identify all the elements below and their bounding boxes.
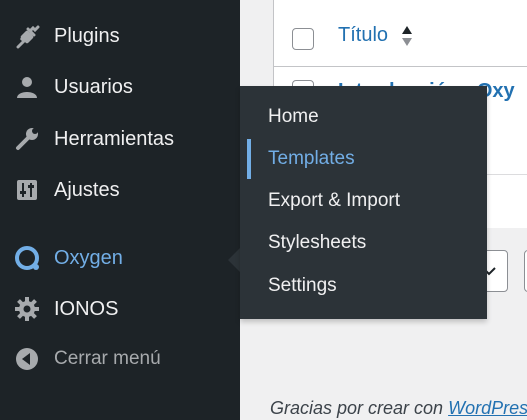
sidebar-item-ionos[interactable]: IONOS (0, 287, 240, 331)
submenu-item-label: Home (268, 106, 319, 127)
submenu-item-label: Export & Import (268, 190, 400, 211)
submenu-item-label: Stylesheets (268, 232, 367, 253)
admin-sidebar: Plugins Usuarios Herramientas Ajustes Ox… (0, 0, 240, 420)
active-indicator (247, 139, 251, 179)
sidebar-item-label: Cerrar menú (54, 348, 161, 369)
gear-icon (13, 295, 41, 323)
sliders-icon (13, 176, 41, 204)
sidebar-item-usuarios[interactable]: Usuarios (0, 65, 240, 109)
sidebar-item-plugins[interactable]: Plugins (0, 14, 240, 58)
table-header: Título (274, 0, 527, 67)
collapse-menu-button[interactable]: Cerrar menú (0, 337, 240, 381)
sidebar-item-label: Plugins (54, 24, 120, 47)
sidebar-item-label: IONOS (54, 297, 119, 320)
submenu-item-stylesheets[interactable]: Stylesheets (240, 223, 487, 263)
title-column-header[interactable]: Título (338, 24, 388, 47)
sidebar-item-ajustes[interactable]: Ajustes (0, 168, 240, 212)
oxygen-submenu: Home Templates Export & Import Styleshee… (240, 86, 487, 319)
wrench-icon (13, 125, 41, 153)
submenu-item-export-import[interactable]: Export & Import (240, 181, 487, 221)
submenu-item-settings[interactable]: Settings (240, 266, 487, 306)
sidebar-item-label: Herramientas (54, 127, 175, 150)
flyout-pointer (228, 248, 240, 272)
sidebar-item-oxygen[interactable]: Oxygen (0, 236, 240, 280)
footer-credit: Gracias por crear con WordPress (270, 398, 527, 419)
oxygen-logo-icon (13, 244, 41, 272)
submenu-item-templates[interactable]: Templates (240, 139, 487, 179)
sort-icon[interactable] (401, 25, 413, 47)
collapse-arrow-icon (13, 345, 41, 373)
sidebar-item-label: Ajustes (54, 178, 120, 201)
user-icon (13, 73, 41, 101)
footer-text: Gracias por crear con (270, 398, 449, 418)
submenu-item-label: Settings (268, 275, 337, 296)
select-all-checkbox[interactable] (292, 28, 314, 50)
sidebar-item-label: Oxygen (54, 246, 123, 269)
sidebar-item-herramientas[interactable]: Herramientas (0, 117, 240, 161)
submenu-item-label: Templates (268, 148, 355, 169)
wordpress-link[interactable]: WordPress (448, 398, 527, 418)
plug-icon (13, 22, 41, 50)
sidebar-item-label: Usuarios (54, 75, 133, 98)
submenu-item-home[interactable]: Home (240, 97, 487, 137)
